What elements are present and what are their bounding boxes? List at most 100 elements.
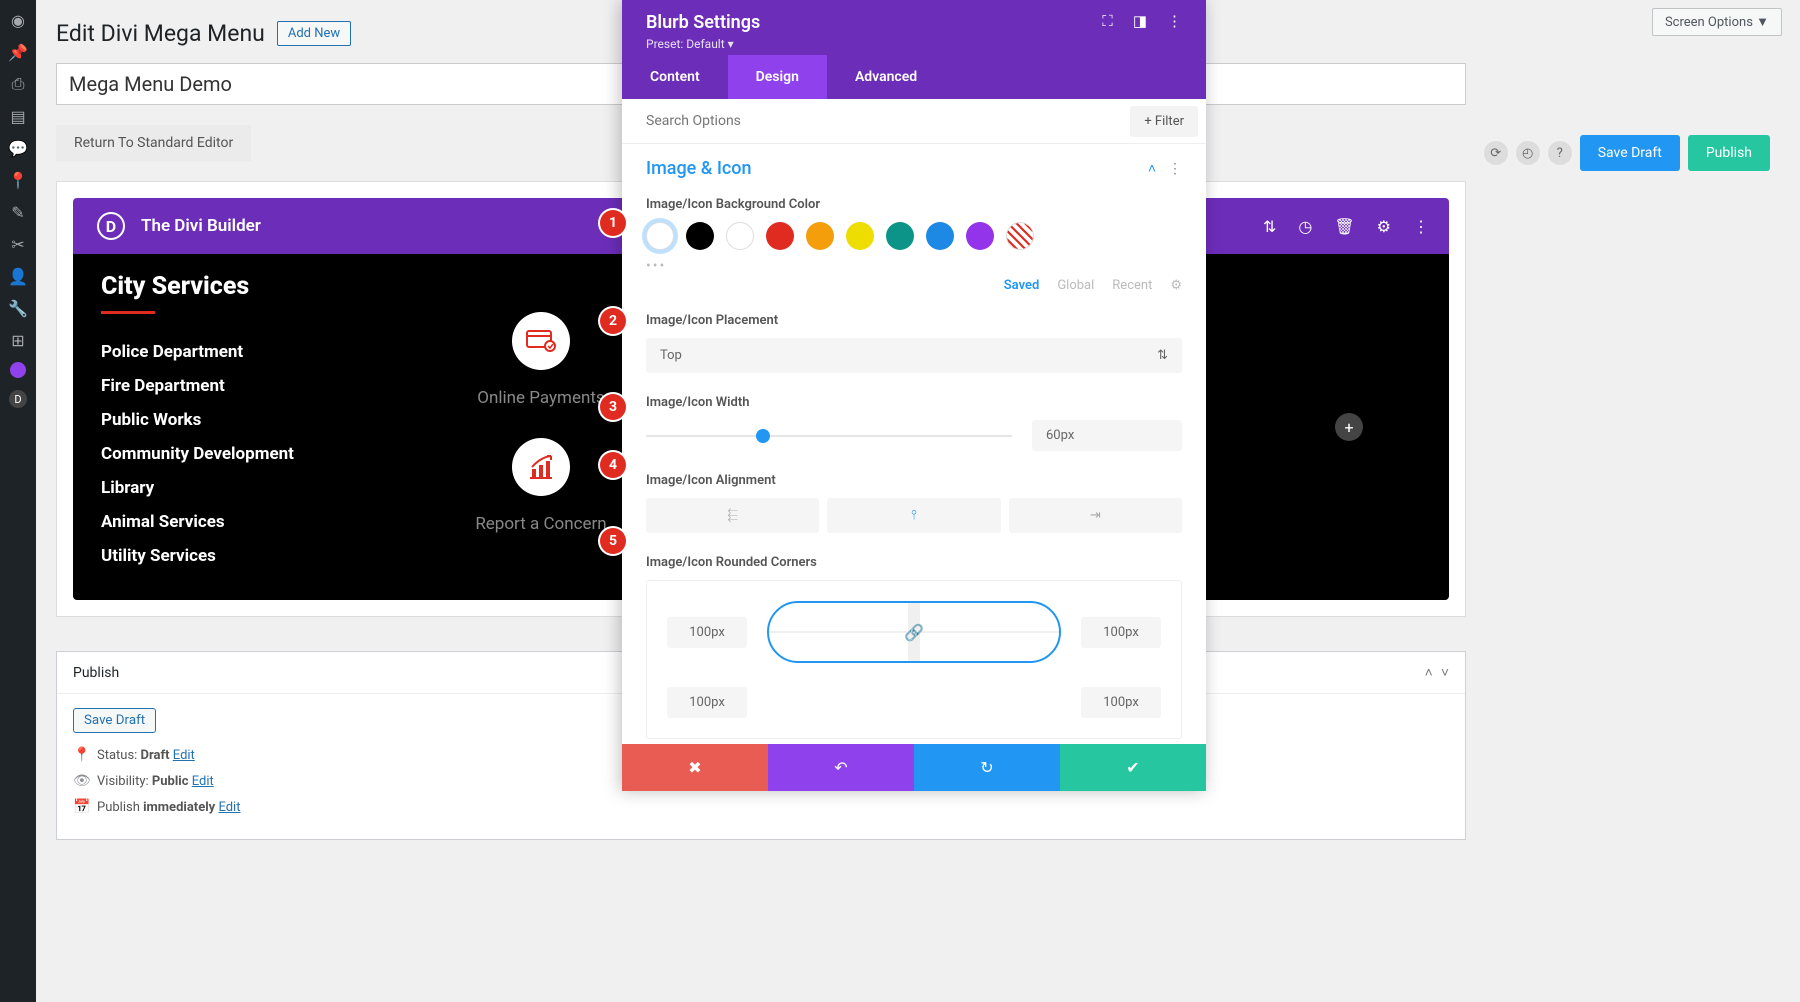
help-icon[interactable]: ⟳ (1484, 141, 1508, 165)
clock-icon[interactable]: ◴ (1516, 141, 1540, 165)
divi-d-icon[interactable]: D (9, 390, 27, 408)
heading-underline (101, 311, 155, 314)
swatch-purple[interactable] (966, 222, 994, 250)
blurb-settings-modal: Blurb Settings Preset: Default ▾ ⛶ ◨ ⋮ C… (622, 0, 1206, 791)
width-label: Image/Icon Width (646, 395, 1182, 410)
palette-recent[interactable]: Recent (1112, 278, 1152, 293)
settings-icon[interactable]: ⊞ (8, 330, 28, 350)
section-title[interactable]: Image & Icon (646, 158, 752, 179)
palette-saved[interactable]: Saved (1004, 278, 1040, 293)
placement-value: Top (660, 348, 682, 363)
menu-item[interactable]: Community Development (101, 444, 361, 464)
publish-box-title: Publish (73, 665, 119, 681)
fullscreen-icon[interactable]: ⛶ (1102, 12, 1113, 30)
swatch-white-selected[interactable] (646, 222, 674, 250)
tab-advanced[interactable]: Advanced (827, 55, 945, 99)
collapse-icon[interactable]: ˄ (1148, 160, 1156, 177)
users-icon[interactable]: 👤 (8, 266, 28, 286)
width-slider[interactable] (646, 435, 1012, 437)
align-right-button[interactable]: ⇥ (1009, 498, 1182, 533)
add-new-button[interactable]: Add New (277, 21, 351, 46)
filter-button[interactable]: + Filter (1130, 106, 1198, 137)
visibility-value: Public (152, 774, 189, 789)
swatch-teal[interactable] (886, 222, 914, 250)
corner-tr-input[interactable]: 100px (1081, 617, 1161, 648)
rounded-corners-control: 100px 🔗 100px 100px 100px (646, 580, 1182, 739)
kebab-icon[interactable]: ⋮ (1167, 12, 1182, 30)
pin-icon: 📍 (73, 747, 89, 763)
corner-tl-input[interactable]: 100px (667, 617, 747, 648)
screen-options-button[interactable]: Screen Options ▼ (1652, 8, 1782, 36)
corner-br-input[interactable]: 100px (1081, 687, 1161, 718)
palette-gear-icon[interactable]: ⚙ (1170, 278, 1182, 293)
corner-bl-input[interactable]: 100px (667, 687, 747, 718)
sort-icon[interactable]: ⇅ (1263, 217, 1276, 236)
menu-item[interactable]: Animal Services (101, 512, 361, 532)
swatch-white[interactable] (726, 222, 754, 250)
undo-button[interactable]: ↶ (768, 744, 914, 791)
width-value-input[interactable]: 60px (1032, 420, 1182, 451)
payment-icon (512, 312, 570, 370)
menu-item[interactable]: Police Department (101, 342, 361, 362)
publish-button[interactable]: Publish (1688, 135, 1770, 171)
visibility-label: Visibility: (97, 774, 152, 789)
tab-design[interactable]: Design (728, 55, 827, 99)
swatch-red[interactable] (766, 222, 794, 250)
menu-item[interactable]: Utility Services (101, 546, 361, 566)
edit-status-link[interactable]: Edit (173, 748, 195, 763)
clock-icon[interactable]: ◷ (1298, 217, 1312, 236)
menu-item[interactable]: Library (101, 478, 361, 498)
edit-publish-link[interactable]: Edit (218, 800, 240, 815)
confirm-button[interactable]: ✔ (1060, 744, 1206, 791)
align-left-button[interactable]: ⬱ (646, 498, 819, 533)
metabox-save-draft-button[interactable]: Save Draft (73, 708, 156, 733)
calendar-icon: 📅 (73, 799, 89, 815)
menu-item[interactable]: Public Works (101, 410, 361, 430)
appearance-icon[interactable]: ✂ (8, 234, 28, 254)
publish-label: Publish (97, 800, 143, 815)
swatch-blue[interactable] (926, 222, 954, 250)
kebab-icon[interactable]: ⋮ (1413, 217, 1429, 236)
swatch-yellow[interactable] (846, 222, 874, 250)
preset-selector[interactable]: Preset: Default ▾ (646, 37, 760, 51)
add-module-button[interactable]: + (1335, 413, 1363, 441)
options-search-input[interactable] (646, 99, 1130, 143)
blurb-report-concern[interactable]: Report a Concern (475, 438, 606, 534)
tools-icon[interactable]: 🔧 (8, 298, 28, 318)
pin-icon[interactable]: 📌 (8, 42, 28, 62)
cancel-button[interactable]: ✖ (622, 744, 768, 791)
color-swatches (646, 222, 1182, 250)
palette-global[interactable]: Global (1057, 278, 1094, 293)
return-standard-editor-button[interactable]: Return To Standard Editor (56, 125, 251, 161)
blurb-online-payments[interactable]: Online Payments (477, 312, 604, 408)
swatch-amber[interactable] (806, 222, 834, 250)
question-icon[interactable]: ? (1548, 141, 1572, 165)
edit-visibility-link[interactable]: Edit (192, 774, 214, 789)
placement-select[interactable]: Top ⇅ (646, 338, 1182, 373)
trash-icon[interactable]: 🗑 (1334, 217, 1354, 236)
comments-icon[interactable]: 💬 (8, 138, 28, 158)
menu-item[interactable]: Fire Department (101, 376, 361, 396)
pen-icon[interactable]: ✎ (8, 202, 28, 222)
swatch-transparent[interactable] (1006, 222, 1034, 250)
collapse-up-icon[interactable]: ˄ (1425, 664, 1433, 681)
divi-theme-icon[interactable] (10, 362, 26, 378)
link-corners-toggle[interactable]: 🔗 (767, 601, 1061, 663)
save-draft-button[interactable]: Save Draft (1580, 135, 1680, 171)
more-colors-icon[interactable]: ••• (646, 258, 1182, 274)
slider-thumb[interactable] (756, 429, 770, 443)
swatch-black[interactable] (686, 222, 714, 250)
redo-button[interactable]: ↻ (914, 744, 1060, 791)
align-center-button[interactable]: ⫯ (827, 498, 1000, 533)
collapse-down-icon[interactable]: ˅ (1441, 664, 1449, 681)
snap-icon[interactable]: ◨ (1133, 12, 1147, 30)
gear-icon[interactable]: ⚙ (1377, 217, 1391, 236)
dashboard-icon[interactable]: ◉ (8, 10, 28, 30)
pages-icon[interactable]: ▤ (8, 106, 28, 126)
placement-label: Image/Icon Placement (646, 313, 1182, 328)
thumbtack-icon[interactable]: 📍 (8, 170, 28, 190)
section-kebab-icon[interactable]: ⋮ (1168, 161, 1182, 177)
tab-content[interactable]: Content (622, 55, 728, 99)
media-icon[interactable]: ⎙ (8, 74, 28, 94)
callout-4: 4 (600, 452, 626, 478)
